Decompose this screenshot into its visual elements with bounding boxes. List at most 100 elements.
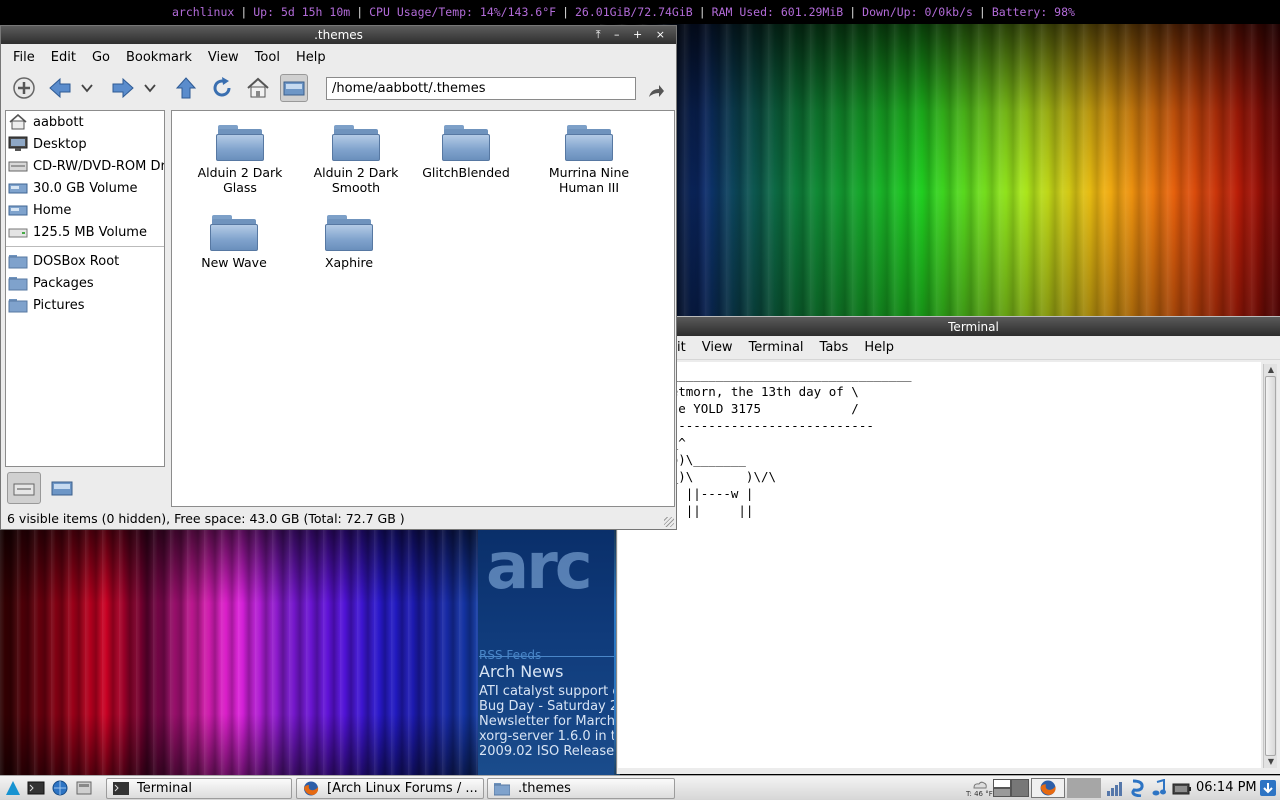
terminal-title-bar[interactable]: Terminal [617,316,1280,336]
arch-menu-icon[interactable] [4,780,22,796]
chevron-down-icon [81,84,93,93]
news-item[interactable]: xorg-server 1.6.0 in te [479,729,614,744]
clock[interactable]: 06:14 PM [1196,780,1257,795]
place-optical-drive[interactable]: CD-RW/DVD-ROM Drive [6,155,164,177]
folder-item[interactable]: New Wave [176,215,292,270]
terminal-menu-help[interactable]: Help [864,340,894,355]
places-mode-button[interactable] [7,472,41,504]
terminal-scrollbar[interactable]: ▲ ▼ [1263,364,1277,768]
tree-mode-button[interactable] [45,472,79,504]
home-button[interactable] [244,74,272,102]
file-manager-title-bar[interactable]: .themes ⤒ – + × [1,26,676,44]
place-desktop[interactable]: Desktop [6,133,164,155]
location-input[interactable]: /home/aabbott/.themes [326,77,636,100]
task-browser[interactable]: [Arch Linux Forums / ... [296,778,484,799]
bookmark-label: DOSBox Root [33,253,120,269]
status-battery: Battery: 98% [991,5,1075,19]
file-manager-status-bar: 6 visible items (0 hidden), Free space: … [7,511,405,526]
place-label: aabbott [33,114,84,130]
bookmark-pictures[interactable]: Pictures [6,294,164,316]
terminal-menu-tabs[interactable]: Tabs [820,340,849,355]
wifi-signal-icon[interactable] [1106,779,1122,797]
bookmark-label: Packages [33,275,94,291]
back-button[interactable] [46,74,74,102]
place-label: 125.5 MB Volume [33,224,147,240]
scroll-up-icon[interactable]: ▲ [1264,364,1278,375]
workspace-3[interactable] [993,788,1011,797]
task-terminal[interactable]: Terminal [106,778,292,799]
forward-button[interactable] [109,74,137,102]
task-label: [Arch Linux Forums / ... [327,781,478,796]
news-item[interactable]: Bug Day - Saturday 2 [479,699,614,714]
terminal-output[interactable]: ______________________________________ i… [618,362,1261,768]
home-icon [9,114,27,130]
folder-item[interactable]: Murrina Nine Human III [531,125,647,195]
refresh-icon [213,77,231,97]
add-icon [13,77,35,99]
new-tab-button[interactable] [10,74,38,102]
folder-icon [8,277,28,291]
folder-item[interactable]: Alduin 2 Dark Glass [182,125,298,195]
volume-icon[interactable] [1152,779,1168,797]
menu-edit[interactable]: Edit [51,50,76,65]
news-item[interactable]: ATI catalyst support c [479,684,614,699]
forward-history-button[interactable] [141,74,159,102]
workspace-thumb[interactable] [1067,778,1101,798]
menu-tool[interactable]: Tool [255,50,280,65]
drive-icon [51,481,73,496]
active-workspace-thumb[interactable] [1031,778,1065,798]
news-item[interactable]: 2009.02 ISO Release [479,744,614,759]
folder-name: Murrina Nine [548,165,630,180]
bookmark-dosbox-root[interactable]: DOSBox Root [6,250,164,272]
desktop-icon [8,136,28,151]
update-notifier-icon[interactable] [1260,779,1276,797]
menu-go[interactable]: Go [92,50,110,65]
arch-news-heading: Arch News [479,662,564,681]
bookmark-packages[interactable]: Packages [6,272,164,294]
workspace-1[interactable] [993,779,1011,788]
folder-item[interactable]: GlitchBlended [408,125,524,180]
status-net: Down/Up: 0/0kb/s [862,5,973,19]
back-history-button[interactable] [78,74,96,102]
file-list-pane[interactable]: Alduin 2 Dark Glass Alduin 2 Dark Smooth… [171,110,675,507]
place-home-volume[interactable]: Home [6,199,164,221]
place-label: 30.0 GB Volume [33,180,138,196]
arch-news-widget: arc RSS Feeds Arch News ATI catalyst sup… [478,530,614,775]
folder-item[interactable]: Xaphire [291,215,407,270]
file-manager-launcher-icon[interactable] [75,780,93,796]
workspace-2[interactable] [1011,779,1029,797]
reload-button[interactable] [208,74,236,102]
task-file-manager[interactable]: .themes [487,778,675,799]
menu-view[interactable]: View [208,50,239,65]
folder-name: Alduin 2 Dark [313,165,399,180]
file-manager-window[interactable]: .themes ⤒ – + × File Edit Go Bookmark Vi… [0,25,677,530]
place-volume-125mb[interactable]: 125.5 MB Volume [6,221,164,243]
menu-help[interactable]: Help [296,50,326,65]
network-icon[interactable] [1129,779,1147,797]
news-item[interactable]: Newsletter for March, [479,714,614,729]
menu-bookmark[interactable]: Bookmark [126,50,192,65]
status-uptime: Up: 5d 15h 10m [253,5,351,19]
menu-file[interactable]: File [13,50,35,65]
battery-power-icon[interactable] [1172,779,1192,797]
side-pane-toggle-button[interactable] [280,74,308,102]
scrollbar-thumb[interactable] [1265,376,1276,756]
window-controls[interactable]: ⤒ – + × [596,26,670,44]
terminal-launcher-icon[interactable] [27,780,45,796]
folder-name: Glass [223,180,257,195]
place-volume-30gb[interactable]: 30.0 GB Volume [6,177,164,199]
terminal-menu-view[interactable]: View [702,340,733,355]
up-button[interactable] [172,74,200,102]
resize-grip[interactable] [664,517,674,527]
terminal-menu-terminal[interactable]: Terminal [749,340,804,355]
browser-launcher-icon[interactable] [51,780,69,796]
go-button[interactable] [642,78,670,106]
status-ram: RAM Used: 601.29MiB [711,5,844,19]
folder-item[interactable]: Alduin 2 Dark Smooth [298,125,414,195]
workspace-pager[interactable] [993,779,1029,797]
terminal-menu-edit[interactable]: it [677,340,686,355]
place-home-folder[interactable]: aabbott [6,111,164,133]
scroll-down-icon[interactable]: ▼ [1264,756,1278,767]
task-label: Terminal [137,781,192,796]
terminal-window[interactable]: Terminal it View Terminal Tabs Help ____… [616,316,1280,774]
